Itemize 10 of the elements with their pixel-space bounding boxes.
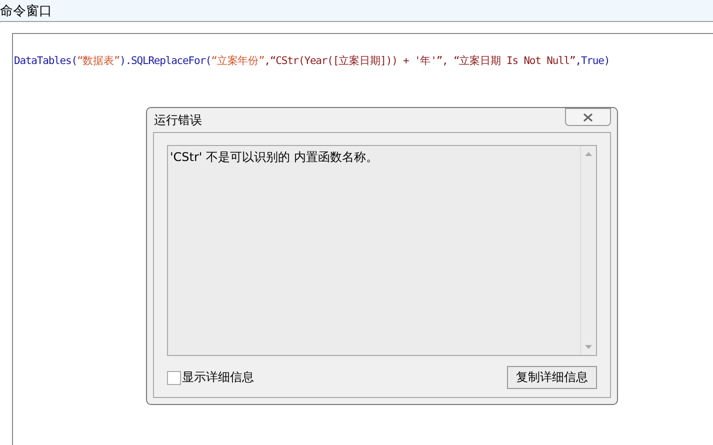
close-icon (582, 112, 594, 122)
copy-details-button[interactable]: 复制详细信息 (507, 366, 597, 389)
close-button[interactable] (565, 108, 611, 126)
code-line: DataTables(“数据表”).SQLReplaceFor(“立案年份”,“CStr(Year([立案日期])) + '年'”, “立案日期 Is Not Null”,True) (14, 54, 611, 68)
scroll-down-icon[interactable] (585, 345, 592, 349)
error-message: 'CStr' 不是可以识别的 内置函数名称。 (169, 149, 379, 166)
window-title: 命令窗口 (0, 2, 52, 20)
dialog-title: 运行错误 (154, 112, 202, 128)
show-details-checkbox[interactable]: 显示详细信息 (167, 369, 254, 386)
scroll-up-icon[interactable] (585, 152, 592, 156)
